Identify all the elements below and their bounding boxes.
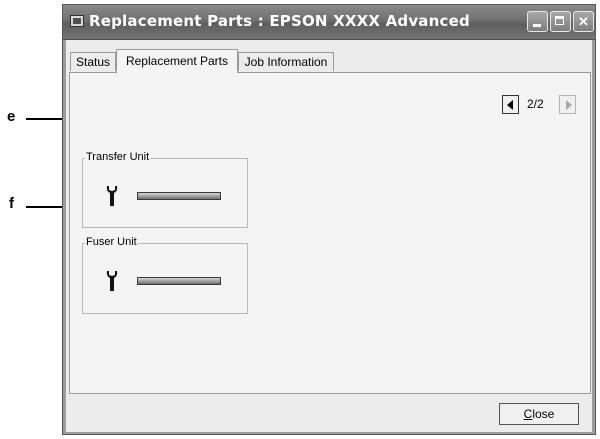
tab-replacement-parts[interactable]: Replacement Parts (116, 49, 238, 73)
callout-f-label: f (9, 195, 14, 212)
fuser-unit-group: Fuser Unit (82, 236, 248, 314)
transfer-unit-label: Transfer Unit (85, 151, 151, 163)
replacement-parts-window: Replacement Parts : EPSON XXXX Advanced … (62, 4, 596, 435)
close-button[interactable]: Close (499, 403, 579, 425)
title-bar[interactable]: Replacement Parts : EPSON XXXX Advanced … (63, 5, 595, 40)
replacement-parts-panel: Transfer Unit Fuser Unit (69, 72, 591, 394)
tab-status[interactable]: Status (70, 52, 116, 71)
close-window-button[interactable]: ✕ (573, 11, 594, 32)
app-icon (70, 15, 84, 27)
left-arrow-icon[interactable] (502, 95, 519, 114)
fuser-unit-life-bar (137, 277, 221, 285)
fuser-unit-life-fill (138, 278, 220, 284)
maximize-button[interactable] (550, 11, 571, 32)
transfer-unit-life-bar (137, 192, 221, 200)
window-title: Replacement Parts : EPSON XXXX Advanced (89, 12, 470, 30)
close-button-label: lose (532, 407, 555, 421)
wrench-icon (106, 186, 118, 206)
transfer-unit-life-fill (138, 193, 220, 199)
tab-job-information[interactable]: Job Information (238, 52, 334, 71)
minimize-button[interactable] (527, 11, 548, 32)
page-indicator: 2/2 (527, 97, 544, 111)
callout-e-label: e (7, 108, 16, 125)
wrench-icon (106, 271, 118, 291)
right-arrow-icon[interactable] (559, 95, 576, 114)
window-client-area: Status Replacement Parts Job Information… (66, 40, 592, 432)
transfer-unit-group: Transfer Unit (82, 151, 248, 228)
fuser-unit-label: Fuser Unit (85, 236, 138, 248)
